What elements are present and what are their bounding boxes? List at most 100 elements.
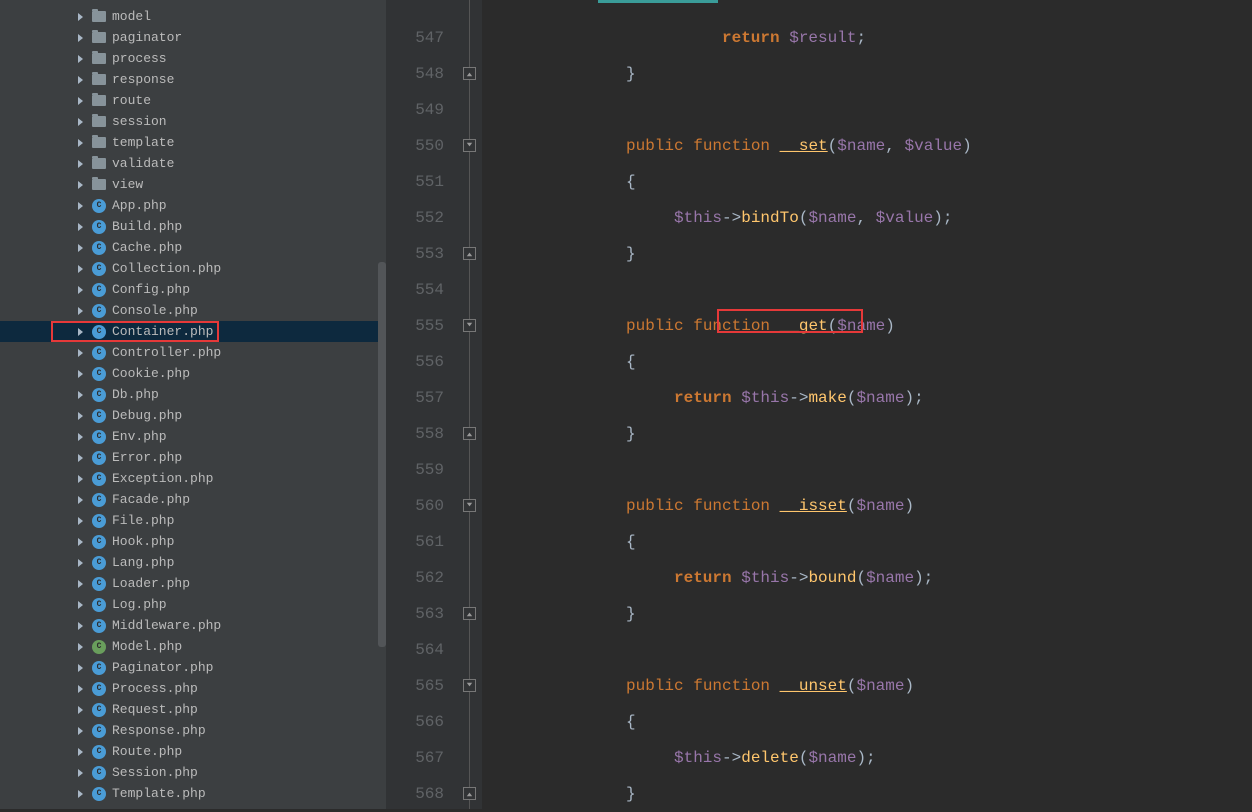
- expand-arrow-icon[interactable]: [76, 390, 86, 400]
- fold-start-icon[interactable]: [463, 679, 476, 692]
- code-line[interactable]: public function __get($name): [482, 308, 1252, 344]
- expand-arrow-icon[interactable]: [76, 537, 86, 547]
- code-line[interactable]: {: [482, 704, 1252, 740]
- tree-file-route[interactable]: CRoute.php: [0, 741, 386, 762]
- code-content[interactable]: return $result;} public function __set($n…: [482, 0, 1252, 809]
- expand-arrow-icon[interactable]: [76, 117, 86, 127]
- tree-file-controller[interactable]: CController.php: [0, 342, 386, 363]
- code-line[interactable]: public function __unset($name): [482, 668, 1252, 704]
- expand-arrow-icon[interactable]: [76, 33, 86, 43]
- expand-arrow-icon[interactable]: [76, 96, 86, 106]
- code-line[interactable]: return $result;: [482, 20, 1252, 56]
- tree-file-middleware[interactable]: CMiddleware.php: [0, 615, 386, 636]
- tree-file-model[interactable]: CModel.php: [0, 636, 386, 657]
- tree-file-error[interactable]: CError.php: [0, 447, 386, 468]
- tree-file-container[interactable]: CContainer.php: [0, 321, 386, 342]
- code-line[interactable]: return $this->make($name);: [482, 380, 1252, 416]
- expand-arrow-icon[interactable]: [76, 306, 86, 316]
- tree-file-template[interactable]: CTemplate.php: [0, 783, 386, 804]
- project-tree-sidebar[interactable]: modelpaginatorprocessresponseroutesessio…: [0, 0, 386, 809]
- expand-arrow-icon[interactable]: [76, 285, 86, 295]
- expand-arrow-icon[interactable]: [76, 243, 86, 253]
- tree-folder-view[interactable]: view: [0, 174, 386, 195]
- code-line[interactable]: [482, 632, 1252, 668]
- fold-start-icon[interactable]: [463, 139, 476, 152]
- tree-file-app[interactable]: CApp.php: [0, 195, 386, 216]
- code-line[interactable]: {: [482, 344, 1252, 380]
- sidebar-scrollbar-thumb[interactable]: [378, 262, 386, 647]
- fold-end-icon[interactable]: [463, 607, 476, 620]
- expand-arrow-icon[interactable]: [76, 12, 86, 22]
- expand-arrow-icon[interactable]: [76, 348, 86, 358]
- code-editor[interactable]: 5475485495505515525535545555565575585595…: [386, 0, 1252, 809]
- expand-arrow-icon[interactable]: [76, 558, 86, 568]
- code-line[interactable]: [482, 452, 1252, 488]
- tree-file-exception[interactable]: CException.php: [0, 468, 386, 489]
- expand-arrow-icon[interactable]: [76, 432, 86, 442]
- tree-file-request[interactable]: CRequest.php: [0, 699, 386, 720]
- expand-arrow-icon[interactable]: [76, 369, 86, 379]
- expand-arrow-icon[interactable]: [76, 159, 86, 169]
- tree-file-console[interactable]: CConsole.php: [0, 300, 386, 321]
- tree-folder-route[interactable]: route: [0, 90, 386, 111]
- tree-file-loader[interactable]: CLoader.php: [0, 573, 386, 594]
- tree-file-log[interactable]: CLog.php: [0, 594, 386, 615]
- code-line[interactable]: }: [482, 776, 1252, 812]
- fold-end-icon[interactable]: [463, 787, 476, 800]
- code-line[interactable]: return $this->bound($name);: [482, 560, 1252, 596]
- expand-arrow-icon[interactable]: [76, 621, 86, 631]
- tree-folder-session[interactable]: session: [0, 111, 386, 132]
- tree-file-file[interactable]: CFile.php: [0, 510, 386, 531]
- tree-file-build[interactable]: CBuild.php: [0, 216, 386, 237]
- tree-folder-model[interactable]: model: [0, 6, 386, 27]
- expand-arrow-icon[interactable]: [76, 516, 86, 526]
- expand-arrow-icon[interactable]: [76, 180, 86, 190]
- code-line[interactable]: {: [482, 164, 1252, 200]
- tree-file-db[interactable]: CDb.php: [0, 384, 386, 405]
- expand-arrow-icon[interactable]: [76, 474, 86, 484]
- code-line[interactable]: }: [482, 416, 1252, 452]
- fold-start-icon[interactable]: [463, 319, 476, 332]
- tree-file-cookie[interactable]: CCookie.php: [0, 363, 386, 384]
- code-line[interactable]: $this->bindTo($name, $value);: [482, 200, 1252, 236]
- tree-folder-validate[interactable]: validate: [0, 153, 386, 174]
- code-line[interactable]: }: [482, 236, 1252, 272]
- tree-file-process[interactable]: CProcess.php: [0, 678, 386, 699]
- expand-arrow-icon[interactable]: [76, 453, 86, 463]
- expand-arrow-icon[interactable]: [76, 747, 86, 757]
- code-line[interactable]: public function __isset($name): [482, 488, 1252, 524]
- fold-end-icon[interactable]: [463, 247, 476, 260]
- expand-arrow-icon[interactable]: [76, 138, 86, 148]
- expand-arrow-icon[interactable]: [76, 705, 86, 715]
- expand-arrow-icon[interactable]: [76, 201, 86, 211]
- tree-folder-template[interactable]: template: [0, 132, 386, 153]
- tree-folder-response[interactable]: response: [0, 69, 386, 90]
- expand-arrow-icon[interactable]: [76, 579, 86, 589]
- tree-file-env[interactable]: CEnv.php: [0, 426, 386, 447]
- code-line[interactable]: public function __set($name, $value): [482, 128, 1252, 164]
- expand-arrow-icon[interactable]: [76, 600, 86, 610]
- expand-arrow-icon[interactable]: [76, 495, 86, 505]
- tree-file-collection[interactable]: CCollection.php: [0, 258, 386, 279]
- expand-arrow-icon[interactable]: [76, 264, 86, 274]
- code-line[interactable]: $this->delete($name);: [482, 740, 1252, 776]
- tree-file-paginator[interactable]: CPaginator.php: [0, 657, 386, 678]
- expand-arrow-icon[interactable]: [76, 222, 86, 232]
- code-fold-column[interactable]: [458, 0, 482, 809]
- expand-arrow-icon[interactable]: [76, 663, 86, 673]
- code-line[interactable]: }: [482, 56, 1252, 92]
- tree-file-lang[interactable]: CLang.php: [0, 552, 386, 573]
- fold-start-icon[interactable]: [463, 499, 476, 512]
- fold-end-icon[interactable]: [463, 427, 476, 440]
- tree-file-cache[interactable]: CCache.php: [0, 237, 386, 258]
- expand-arrow-icon[interactable]: [76, 768, 86, 778]
- expand-arrow-icon[interactable]: [76, 54, 86, 64]
- code-line[interactable]: }: [482, 596, 1252, 632]
- expand-arrow-icon[interactable]: [76, 327, 86, 337]
- expand-arrow-icon[interactable]: [76, 75, 86, 85]
- tree-folder-process[interactable]: process: [0, 48, 386, 69]
- expand-arrow-icon[interactable]: [76, 789, 86, 799]
- tree-file-config[interactable]: CConfig.php: [0, 279, 386, 300]
- tree-file-hook[interactable]: CHook.php: [0, 531, 386, 552]
- expand-arrow-icon[interactable]: [76, 642, 86, 652]
